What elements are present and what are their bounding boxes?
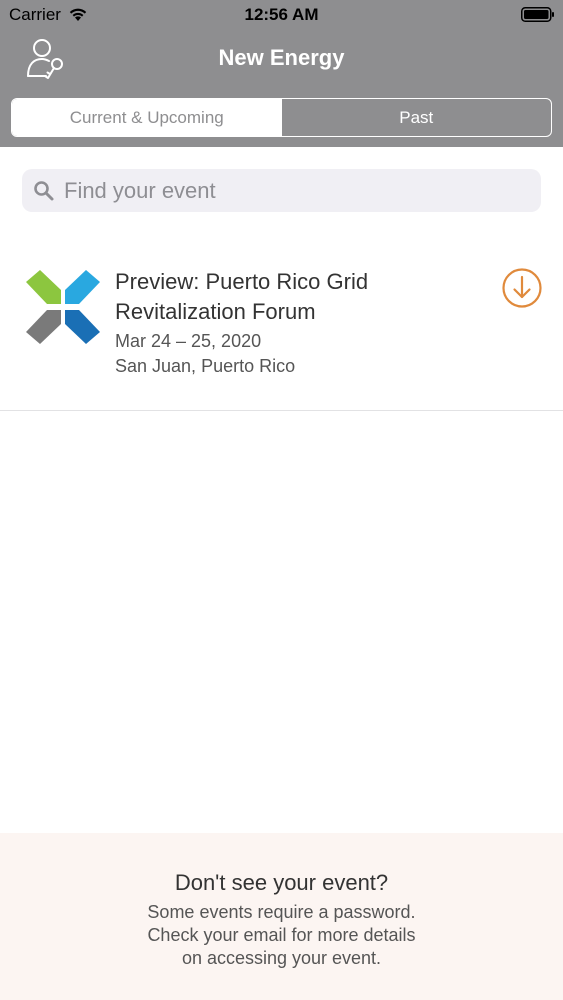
- tab-past[interactable]: Past: [282, 99, 552, 136]
- battery-icon: [521, 7, 554, 22]
- footer-line: Check your email for more details: [147, 925, 416, 945]
- tab-current-upcoming[interactable]: Current & Upcoming: [12, 99, 282, 136]
- header: Carrier 12:56 AM New Energy Current & Up…: [0, 0, 563, 147]
- footer-help: Don't see your event? Some events requir…: [0, 833, 563, 1000]
- event-filter-control: Current & Upcoming Past: [11, 98, 552, 137]
- status-time: 12:56 AM: [244, 5, 319, 24]
- search-input[interactable]: [64, 177, 504, 204]
- status-bar: Carrier 12:56 AM: [0, 0, 563, 30]
- event-location: San Juan, Puerto Rico: [115, 356, 296, 376]
- footer-line: on accessing your event.: [181, 948, 382, 968]
- event-dates: Mar 24 – 25, 2020: [115, 331, 262, 351]
- page-title: New Energy: [218, 45, 345, 70]
- event-logo: [26, 270, 100, 344]
- event-title: Preview: Puerto Rico Grid Revitalization…: [115, 269, 369, 324]
- search-icon: [34, 180, 54, 200]
- event-list-item[interactable]: Preview: Puerto Rico Grid Revitalization…: [0, 240, 563, 411]
- footer-message: Some events require a password. Check yo…: [0, 901, 563, 970]
- search-bar[interactable]: [22, 169, 541, 212]
- footer-line: Some events require a password.: [147, 902, 416, 922]
- footer-title: Don't see your event?: [174, 870, 389, 895]
- download-icon[interactable]: [500, 266, 544, 310]
